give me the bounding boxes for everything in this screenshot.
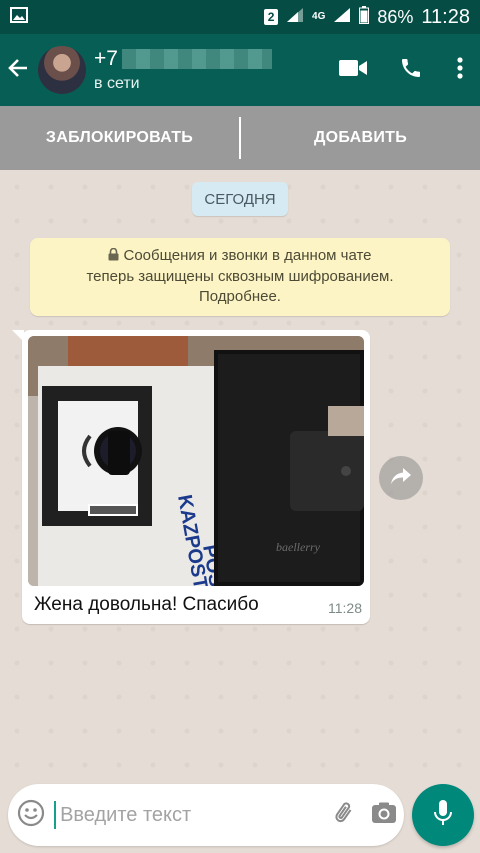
emoji-button[interactable] [8,784,54,846]
encryption-learn-more[interactable]: Подробнее. [30,287,450,307]
encryption-notice[interactable]: Сообщения и звонки в данном чате теперь … [30,238,450,316]
contact-name: +7 [94,47,118,70]
chat-header: +7 в сети [0,34,480,106]
incoming-image-message[interactable]: KAZPOST POST baellerry Жена довольна! Сп… [12,330,370,624]
network-type-label: 4G [312,11,326,22]
more-vertical-icon [457,56,463,84]
redacted-number [121,49,272,69]
overflow-menu-button[interactable] [440,34,480,106]
paperclip-icon [332,800,358,831]
gallery-notification-icon [10,6,28,28]
battery-icon [359,5,370,29]
video-call-button[interactable] [324,34,382,106]
chat-area[interactable]: СЕГОДНЯ Сообщения и звонки в данном чате… [0,170,480,774]
forward-button[interactable] [379,456,423,500]
contact-status: в сети [94,75,140,92]
share-arrow-icon [390,467,412,490]
lock-icon [108,247,119,267]
encryption-line-1: Сообщения и звонки в данном чате [123,247,372,264]
status-bar: 2 4G 86% 11:28 [0,0,480,34]
signal-icon-2 [333,7,351,28]
contact-avatar[interactable] [38,46,86,94]
signal-icon [286,7,304,28]
sim-slot-badge: 2 [264,9,279,25]
emoji-icon [17,799,45,832]
voice-message-button[interactable] [412,784,474,846]
attach-button[interactable] [325,784,364,846]
battery-percent: 86% [377,6,414,27]
message-photo[interactable]: KAZPOST POST baellerry [28,336,364,586]
message-time: 11:28 [328,600,362,616]
message-caption: Жена довольна! Спасибо [34,594,259,615]
message-input[interactable] [60,795,326,835]
clock: 11:28 [421,5,470,28]
camera-button[interactable] [365,784,404,846]
add-contact-button[interactable]: ДОБАВИТЬ [241,129,480,147]
video-camera-icon [338,58,368,83]
phone-icon [399,56,423,85]
camera-icon [371,802,397,829]
microphone-icon [433,799,453,832]
svg-text:baellerry: baellerry [276,540,321,554]
message-composer [8,784,404,846]
date-divider: СЕГОДНЯ [192,182,288,216]
back-button[interactable] [0,34,36,106]
text-cursor [54,801,57,829]
bubble-tail [12,330,24,342]
voice-call-button[interactable] [382,34,440,106]
contact-info[interactable]: +7 в сети [94,47,324,93]
encryption-line-2: теперь защищены сквозным шифрованием. [86,268,394,285]
block-button[interactable]: ЗАБЛОКИРОВАТЬ [0,129,239,147]
arrow-left-icon [7,57,29,84]
unknown-contact-actions: ЗАБЛОКИРОВАТЬ ДОБАВИТЬ [0,106,480,170]
